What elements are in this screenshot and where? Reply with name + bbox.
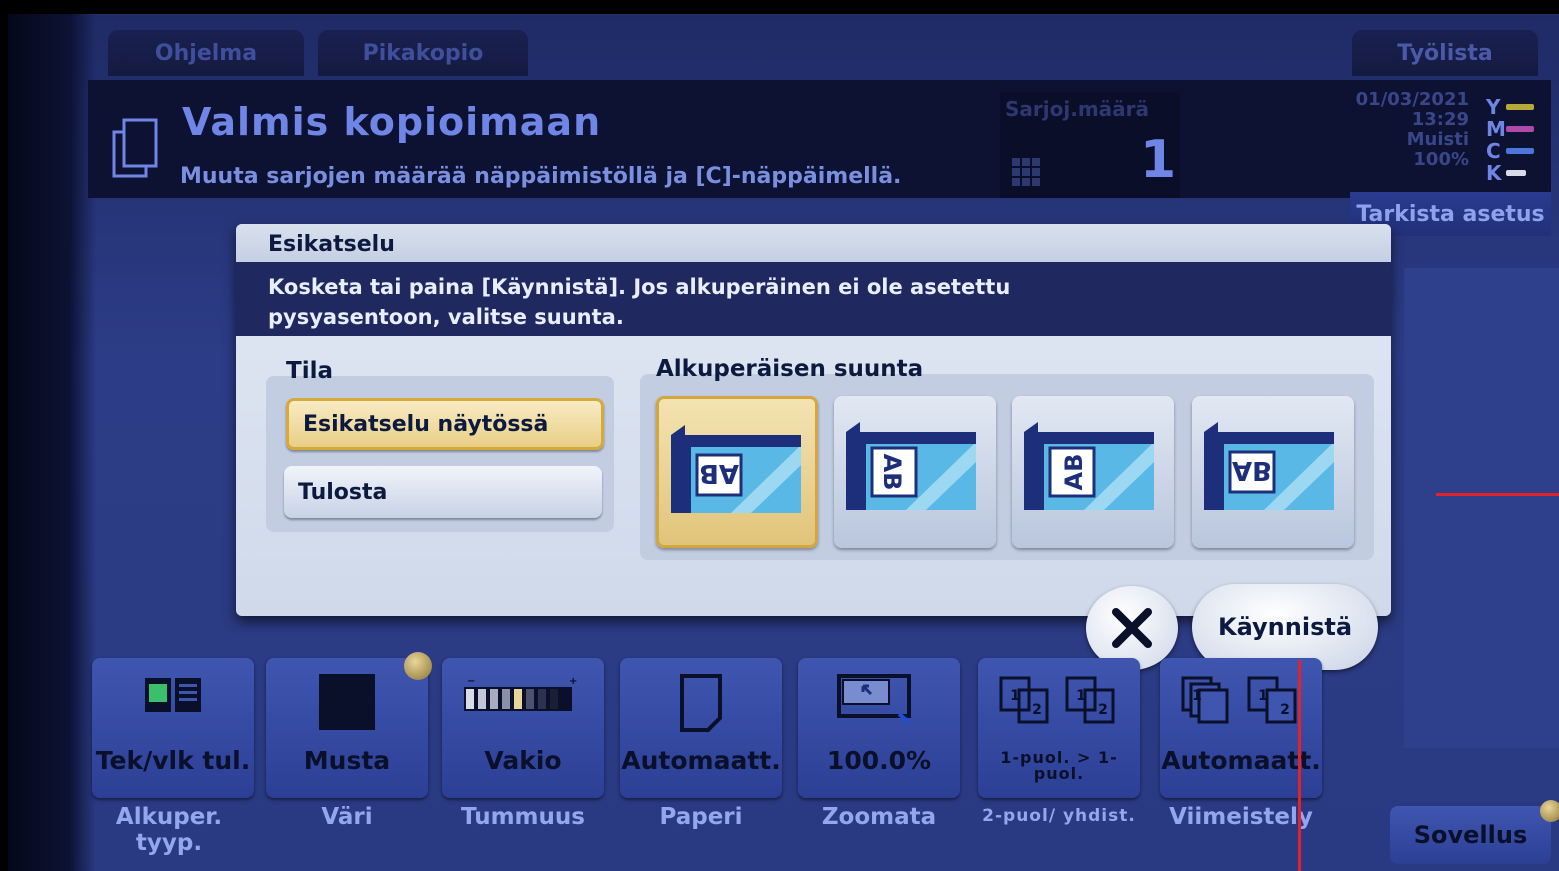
- screen-bezel-shadow: [8, 14, 96, 871]
- orientation-option-3-button[interactable]: AB: [1012, 396, 1174, 548]
- page-subtitle: Muuta sarjojen määrää näppäimistöllä ja …: [180, 164, 902, 189]
- svg-text:2: 2: [1280, 702, 1290, 718]
- svg-text:2: 2: [1098, 702, 1108, 718]
- tile-caption: Tummuus: [461, 804, 585, 830]
- density-scale-icon: − +: [464, 676, 577, 711]
- orientation-option-2-button[interactable]: AB: [834, 396, 996, 548]
- tile-value: Vakio: [484, 746, 562, 775]
- overlay-line: [1298, 660, 1301, 871]
- status-date: 01/03/2021: [1355, 89, 1469, 110]
- tile-paper[interactable]: Automaatt.: [620, 658, 782, 798]
- toner-row-cyan: C: [1486, 139, 1546, 163]
- tile-original-type[interactable]: Tek/vlk tul.: [92, 658, 254, 798]
- svg-text:−: −: [467, 676, 475, 687]
- toner-levels: Y M C K: [1486, 95, 1546, 185]
- svg-text:1: 1: [1010, 688, 1020, 704]
- status-memory-value: 100%: [1413, 149, 1469, 170]
- toner-bar-icon: [1506, 148, 1534, 154]
- tile-caption: 2-puol/ yhdist.: [982, 806, 1136, 826]
- tile-caption: Alkuper. tyyp.: [115, 804, 223, 856]
- dialog-header: [236, 224, 1391, 262]
- right-panel: [1404, 268, 1559, 748]
- tile-value: 100.0%: [826, 746, 932, 775]
- svg-text:1: 1: [1076, 688, 1086, 704]
- toner-letter: M: [1486, 117, 1506, 141]
- finishing-icon: 1 1 2: [1181, 676, 1297, 724]
- tab-job-list-label: Työlista: [1397, 40, 1493, 66]
- toner-bar-icon: [1506, 104, 1534, 110]
- status-info: 01/03/2021 13:29 Muisti 100%: [1356, 90, 1469, 170]
- toner-letter: K: [1486, 161, 1502, 185]
- orientation-glyph: AB: [1060, 454, 1088, 491]
- tab-quick-copy[interactable]: Pikakopio: [318, 30, 528, 76]
- svg-text:2: 2: [1032, 702, 1042, 718]
- tile-duplex[interactable]: 1 2 1 2 1-puol. > 1-puol.: [978, 658, 1140, 798]
- tab-program[interactable]: Ohjelma: [108, 30, 304, 76]
- orientation-right-icon: AB: [1024, 422, 1154, 510]
- orientation-left-icon: AB: [846, 422, 976, 510]
- toner-letter: Y: [1486, 95, 1501, 119]
- tile-zoom[interactable]: 100.0%: [798, 658, 960, 798]
- keypad-icon[interactable]: [1010, 156, 1042, 188]
- overlay-line: [1436, 493, 1559, 496]
- close-icon: [1112, 608, 1152, 648]
- svg-text:+: +: [569, 676, 577, 687]
- toner-row-black: K: [1486, 161, 1546, 185]
- tile-density[interactable]: − + Vakio: [442, 658, 604, 798]
- orientation-option-4-button[interactable]: AB: [1192, 396, 1354, 548]
- svg-text:1: 1: [1192, 688, 1202, 704]
- page-title: Valmis kopioimaan: [182, 100, 602, 144]
- svg-text:1: 1: [1258, 688, 1268, 704]
- orientation-down-icon: AB: [1204, 422, 1334, 510]
- mode-print-button[interactable]: Tulosta: [284, 466, 602, 518]
- toner-row-magenta: M: [1486, 117, 1546, 141]
- duplex-icon: 1 2 1 2: [999, 676, 1115, 724]
- status-knob-icon: [1540, 800, 1559, 822]
- black-square-icon: [319, 674, 375, 730]
- sets-value: 1: [1140, 130, 1177, 190]
- tile-value: Automaatt.: [621, 746, 781, 775]
- mode-option-label: Esikatselu näytössä: [303, 411, 549, 437]
- tab-program-label: Ohjelma: [154, 40, 258, 66]
- tile-value: 1-puol. > 1-puol.: [1000, 748, 1118, 783]
- sets-label: Sarjoj.määrä: [1005, 97, 1150, 121]
- toner-letter: C: [1486, 139, 1501, 163]
- status-time: 13:29: [1411, 109, 1469, 130]
- status-knob-icon: [404, 652, 432, 680]
- status-memory-label: Muisti: [1406, 129, 1469, 150]
- tile-color[interactable]: Musta: [266, 658, 428, 798]
- orientation-label: Alkuperäisen suunta: [656, 356, 924, 382]
- orientation-glyph: AB: [1232, 455, 1272, 485]
- preview-dialog: Esikatselu Kosketa tai paina [Käynnistä]…: [236, 224, 1391, 616]
- tab-quick-copy-label: Pikakopio: [362, 40, 484, 66]
- dialog-title: Esikatselu: [268, 232, 395, 257]
- zoom-icon: [837, 674, 911, 724]
- mode-option-label: Tulosta: [298, 479, 388, 505]
- tile-value: Musta: [303, 746, 391, 775]
- toner-bar-icon: [1506, 170, 1526, 176]
- tile-caption: Zoomata: [821, 804, 937, 830]
- document-copy-icon: [112, 118, 158, 178]
- tile-caption: Paperi: [659, 804, 743, 830]
- tab-job-list[interactable]: Työlista: [1352, 30, 1538, 76]
- toner-row-yellow: Y: [1486, 95, 1546, 119]
- application-button[interactable]: Sovellus: [1390, 806, 1551, 864]
- orientation-up-icon: AB: [671, 425, 801, 513]
- toner-bar-icon: [1506, 126, 1534, 132]
- tile-caption: Väri: [321, 804, 373, 830]
- orientation-glyph: AB: [878, 454, 906, 491]
- orientation-option-1-button[interactable]: AB: [656, 396, 818, 548]
- mode-preview-on-screen-button[interactable]: Esikatselu näytössä: [286, 398, 604, 450]
- tile-value: Tek/vlk tul.: [95, 746, 251, 775]
- book-icon: [145, 678, 201, 712]
- mode-label: Tila: [286, 358, 333, 384]
- dialog-message: Kosketa tai paina [Käynnistä]. Jos alkup…: [268, 275, 1011, 329]
- paper-icon: [680, 674, 722, 732]
- orientation-glyph: AB: [699, 458, 739, 488]
